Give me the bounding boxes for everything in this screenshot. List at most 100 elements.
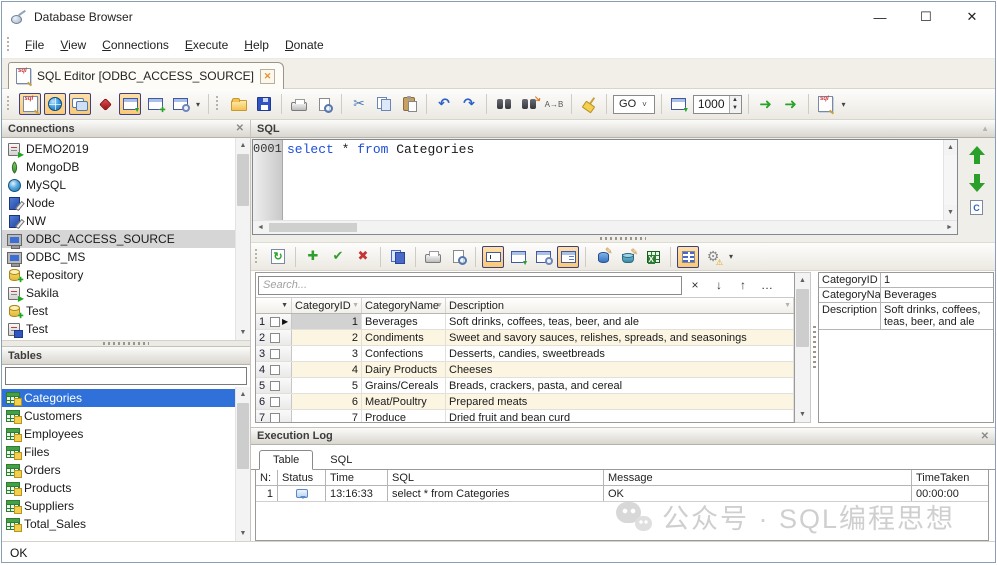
scroll-down-icon[interactable]: ▼ <box>795 407 810 422</box>
grid-settings-button[interactable]: ⚠ <box>702 246 724 268</box>
editor-results-splitter[interactable] <box>251 235 995 243</box>
menu-file[interactable]: File <box>18 35 51 55</box>
copy-button[interactable] <box>373 93 395 115</box>
execution-log-close-icon[interactable]: ✕ <box>981 431 989 442</box>
edit-data-button[interactable] <box>592 246 614 268</box>
spin-up-icon[interactable]: ▲ <box>730 96 741 105</box>
connection-item-test2[interactable]: Test <box>2 320 235 338</box>
paste-button[interactable] <box>398 93 420 115</box>
record-field-categoryname[interactable]: CategoryName Beverages <box>819 288 993 303</box>
sql-editor-toggle-button[interactable] <box>19 93 41 115</box>
cell-categoryname[interactable]: Dairy Products <box>362 362 446 377</box>
row-checkbox[interactable] <box>270 381 280 391</box>
scrollbar-thumb[interactable] <box>269 223 357 232</box>
scroll-down-icon[interactable]: ▼ <box>236 325 250 340</box>
text-view-toggle-button[interactable] <box>482 246 504 268</box>
cell-description[interactable]: Dried fruit and bean curd <box>446 410 794 422</box>
print-preview-button[interactable] <box>313 93 335 115</box>
print-grid-button[interactable] <box>422 246 444 268</box>
cell-categoryname[interactable]: Produce <box>362 410 446 422</box>
cell-categoryid[interactable]: 2 <box>292 330 362 345</box>
dump-data-button[interactable] <box>617 246 639 268</box>
collapse-panel-icon[interactable]: ▲ <box>981 124 989 133</box>
search-options-icon[interactable]: … <box>756 276 778 295</box>
connection-item-mysql[interactable]: MySQL <box>2 176 235 194</box>
print-button[interactable] <box>288 93 310 115</box>
cell-categoryid[interactable]: 6 <box>292 394 362 409</box>
log-row-1[interactable]: 1 13:16:33 select * from Categories OK 0… <box>256 486 988 502</box>
cell-categoryid[interactable]: 5 <box>292 378 362 393</box>
row-checkbox[interactable] <box>270 349 280 359</box>
connection-item-odbc-access-source[interactable]: ODBC_ACCESS_SOURCE <box>2 230 235 248</box>
file-toolbar-grip[interactable] <box>215 96 220 112</box>
column-header-categoryname[interactable]: CategoryName▼ <box>362 298 446 313</box>
results-pane-toggle-button[interactable] <box>119 93 141 115</box>
connection-item-odbc-ms[interactable]: ODBC_MS <box>2 248 235 266</box>
grid-row-7[interactable]: 7 7 Produce Dried fruit and bean curd <box>256 410 794 422</box>
cell-categoryname[interactable]: Condiments <box>362 330 446 345</box>
export-excel-button[interactable] <box>642 246 664 268</box>
scroll-left-icon[interactable]: ◄ <box>253 224 268 231</box>
limit-rows-toggle-button[interactable] <box>668 93 690 115</box>
spinner-buttons[interactable]: ▲▼ <box>729 96 741 113</box>
scrollbar-thumb[interactable] <box>237 154 249 206</box>
find-button[interactable] <box>493 93 515 115</box>
table-item-orders[interactable]: Orders <box>2 461 235 479</box>
copy-records-button[interactable] <box>387 246 409 268</box>
table-item-suppliers[interactable]: Suppliers <box>2 497 235 515</box>
log-tab-sql[interactable]: SQL <box>317 451 365 469</box>
editor-vertical-scrollbar[interactable]: ▲ ▼ <box>943 140 957 220</box>
tables-filter-input[interactable] <box>5 367 247 385</box>
record-field-categoryid[interactable]: CategoryID 1 <box>819 273 993 288</box>
connection-item-repository[interactable]: Repository <box>2 266 235 284</box>
sql-history-button[interactable] <box>815 93 837 115</box>
log-col-message[interactable]: Message <box>604 470 912 485</box>
column-view-toggle-button[interactable] <box>677 246 699 268</box>
clear-search-icon[interactable]: × <box>684 276 706 295</box>
scroll-down-icon[interactable]: ▼ <box>236 526 250 541</box>
grid-view-button[interactable] <box>507 246 529 268</box>
preview-grid-button[interactable] <box>447 246 469 268</box>
minimize-button[interactable]: — <box>857 2 903 32</box>
new-window-button[interactable] <box>144 93 166 115</box>
grid-row-2[interactable]: 2 2 Condiments Sweet and savory sauces, … <box>256 330 794 346</box>
sidebar-splitter[interactable] <box>2 340 250 347</box>
form-view-button[interactable] <box>169 93 191 115</box>
filter-dropdown-icon[interactable]: ▼ <box>281 302 288 309</box>
cut-button[interactable] <box>348 93 370 115</box>
table-item-categories[interactable]: Categories <box>2 389 235 407</box>
cell-description[interactable]: Soft drinks, coffees, teas, beer, and al… <box>446 314 794 329</box>
menu-help[interactable]: Help <box>237 35 276 55</box>
log-col-sql[interactable]: SQL <box>388 470 604 485</box>
clear-button[interactable] <box>578 93 600 115</box>
scrollbar-thumb[interactable] <box>796 289 809 347</box>
scroll-up-icon[interactable]: ▲ <box>944 140 957 155</box>
menu-connections[interactable]: Connections <box>95 35 176 55</box>
log-col-time[interactable]: Time <box>326 470 388 485</box>
connection-item-mongodb[interactable]: MongoDB <box>2 158 235 176</box>
breakpoint-button[interactable] <box>94 93 116 115</box>
save-button[interactable] <box>253 93 275 115</box>
cell-description[interactable]: Sweet and savory sauces, relishes, sprea… <box>446 330 794 345</box>
sql-code[interactable]: select * from Categories <box>283 140 943 220</box>
column-header-description[interactable]: Description▼ <box>446 298 794 313</box>
cell-description[interactable]: Prepared meats <box>446 394 794 409</box>
open-button[interactable] <box>228 93 250 115</box>
row-checkbox[interactable] <box>270 317 280 327</box>
connection-item-sakila[interactable]: Sakila <box>2 284 235 302</box>
results-toolbar-grip[interactable] <box>254 249 259 265</box>
menu-donate[interactable]: Donate <box>278 35 331 55</box>
sql-editor[interactable]: 0001 select * from Categories ▲ ▼ ◄ ► <box>252 139 958 235</box>
cell-categoryname[interactable]: Confections <box>362 346 446 361</box>
connection-item-test1[interactable]: Test <box>2 302 235 320</box>
cell-categoryid[interactable]: 7 <box>292 410 362 422</box>
search-next-icon[interactable]: ↓ <box>708 276 730 295</box>
cell-categoryid[interactable]: 1 <box>292 314 362 329</box>
log-col-timetaken[interactable]: TimeTaken <box>912 470 988 485</box>
connection-item-node[interactable]: Node <box>2 194 235 212</box>
cell-description[interactable]: Desserts, candies, sweetbreads <box>446 346 794 361</box>
scroll-up-icon[interactable]: ▲ <box>236 387 250 402</box>
cell-categoryname[interactable]: Beverages <box>362 314 446 329</box>
messages-toggle-button[interactable] <box>69 93 91 115</box>
column-header-categoryid[interactable]: CategoryID▼ <box>292 298 362 313</box>
